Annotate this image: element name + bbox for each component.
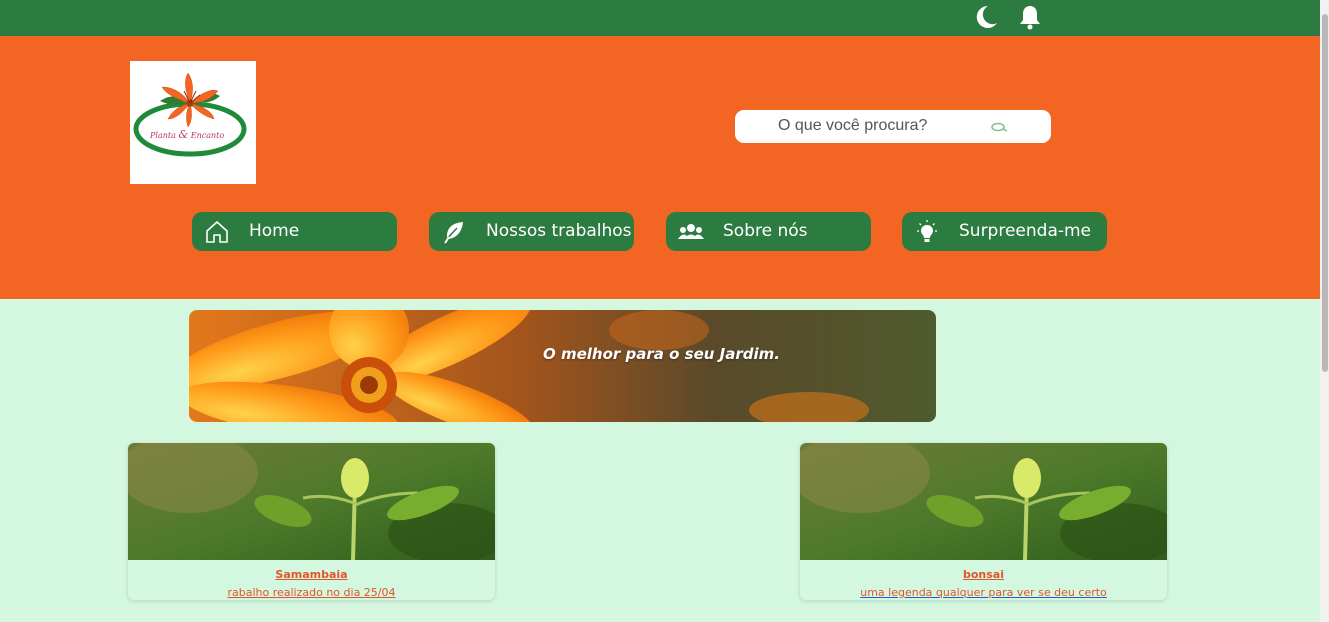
nav-sobre-nos[interactable]: Sobre nós [666, 212, 871, 251]
nav-surpreenda-me-label: Surpreenda-me [959, 221, 1092, 241]
search-input[interactable]: O que você procura? [778, 117, 927, 135]
card-title[interactable]: Samambaia [128, 568, 495, 581]
page-scrollbar[interactable] [1320, 0, 1329, 622]
card-sprout-image [128, 443, 495, 560]
scrollbar-thumb[interactable] [1322, 14, 1328, 372]
site-logo[interactable]: Planta & Encanto [130, 61, 256, 184]
banner-title: O melhor para o seu Jardim. [543, 345, 780, 363]
card-sprout-image [800, 443, 1167, 560]
nav-nossos-trabalhos-label: Nossos trabalhos [486, 221, 632, 241]
nav-sobre-nos-label: Sobre nós [723, 221, 808, 241]
logo-text-line1: Planta [150, 131, 176, 140]
search-icon[interactable] [990, 120, 1008, 134]
gallery-card[interactable]: Samambaia rabalho realizado no dia 25/04 [128, 443, 495, 600]
nav-home-label: Home [249, 221, 300, 241]
nav-surpreenda-me[interactable]: Surpreenda-me [902, 212, 1107, 251]
logo-text-line2: Encanto [190, 131, 225, 140]
top-bar [0, 0, 1329, 36]
nav-home[interactable]: Home [192, 212, 397, 251]
bell-icon[interactable] [1016, 3, 1044, 31]
banner-flower-image [189, 310, 936, 422]
logo-text: Planta & Encanto [150, 128, 224, 141]
home-icon [206, 221, 228, 243]
leaf-icon [443, 222, 463, 244]
hero-banner: O melhor para o seu Jardim. [189, 310, 936, 422]
site-header: Planta & Encanto O que você procura? Hom… [0, 36, 1329, 299]
gallery-card[interactable]: bonsai uma legenda qualquer para ver se … [800, 443, 1167, 600]
nav-nossos-trabalhos[interactable]: Nossos trabalhos [429, 212, 634, 251]
users-icon [678, 224, 704, 239]
logo-graphic [133, 72, 247, 157]
card-caption[interactable]: uma legenda qualquer para ver se deu cer… [800, 586, 1167, 599]
lightbulb-icon [917, 220, 937, 242]
search-box[interactable]: O que você procura? [735, 110, 1051, 143]
moon-icon[interactable] [971, 3, 999, 31]
card-caption[interactable]: rabalho realizado no dia 25/04 [128, 586, 495, 599]
card-title[interactable]: bonsai [800, 568, 1167, 581]
logo-text-amp: & [178, 128, 189, 141]
